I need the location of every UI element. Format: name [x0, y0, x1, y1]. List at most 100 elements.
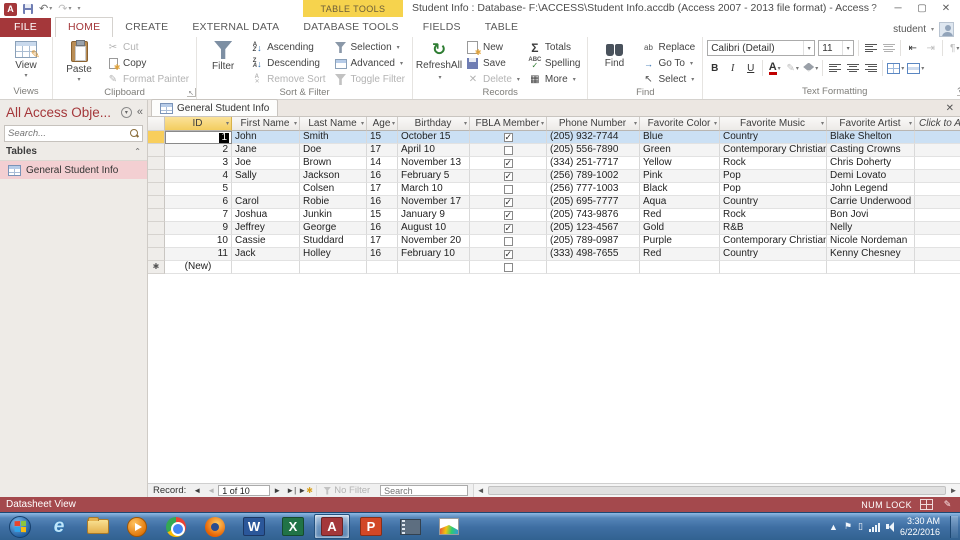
- column-header-favorite-artist[interactable]: Favorite Artist ▾: [827, 117, 915, 131]
- undo-icon[interactable]: ↶ ▾: [39, 3, 52, 15]
- cell-birthday[interactable]: February 10: [398, 248, 470, 261]
- row-selector[interactable]: [148, 157, 165, 170]
- shutter-bar-close-icon[interactable]: «: [137, 106, 143, 118]
- cell-birthday[interactable]: November 13: [398, 157, 470, 170]
- media-player-taskbar-icon[interactable]: [119, 514, 155, 539]
- fbla-checkbox[interactable]: [503, 262, 513, 272]
- word-taskbar-icon[interactable]: W: [236, 514, 272, 539]
- refresh-all-button[interactable]: ↻ RefreshAll ▾: [416, 39, 462, 84]
- cell-age[interactable]: 14: [367, 157, 398, 170]
- column-dropdown-icon[interactable]: ▾: [909, 118, 912, 130]
- column-dropdown-icon[interactable]: ▾: [294, 118, 297, 130]
- collapse-section-icon[interactable]: ⌃: [134, 147, 141, 156]
- cell-music[interactable]: Contemporary Christian: [720, 144, 827, 157]
- cell-age[interactable]: 16: [367, 196, 398, 209]
- align-center-button[interactable]: [845, 61, 860, 76]
- cell-add-column[interactable]: [915, 170, 960, 183]
- alternate-row-color-button[interactable]: ▾: [907, 61, 924, 76]
- new-row-selector[interactable]: ✱: [148, 261, 165, 274]
- cell-birthday[interactable]: April 10: [398, 144, 470, 157]
- save-record-button[interactable]: Save: [463, 56, 523, 71]
- cell-artist[interactable]: Kenny Chesney: [827, 248, 915, 261]
- column-header-id[interactable]: ID ▾: [165, 117, 232, 131]
- selection-button[interactable]: Selection ▾: [331, 40, 408, 55]
- cell-fbla-member[interactable]: [470, 131, 547, 144]
- increase-indent-button[interactable]: ⇥: [923, 41, 938, 56]
- column-header-favorite-color[interactable]: Favorite Color ▾: [640, 117, 720, 131]
- new-cell-artist[interactable]: [827, 261, 915, 274]
- film-taskbar-icon[interactable]: [392, 514, 428, 539]
- cell-first[interactable]: Jack: [232, 248, 300, 261]
- cell-birthday[interactable]: October 15: [398, 131, 470, 144]
- new-cell-first[interactable]: [232, 261, 300, 274]
- cell-phone[interactable]: (205) 789-0987: [547, 235, 640, 248]
- toggle-filter-button[interactable]: Toggle Filter: [331, 72, 408, 87]
- row-selector[interactable]: [148, 248, 165, 261]
- cell-first[interactable]: [232, 183, 300, 196]
- cell-phone[interactable]: (205) 695-7777: [547, 196, 640, 209]
- record-search-input[interactable]: [380, 485, 469, 496]
- new-cell-age[interactable]: [367, 261, 398, 274]
- highlight-button[interactable]: ✎ ▾: [785, 61, 800, 76]
- cell-id[interactable]: 9: [165, 222, 232, 235]
- cell-music[interactable]: Contemporary Christian: [720, 235, 827, 248]
- tab-table[interactable]: TABLE: [473, 18, 530, 37]
- cell-artist[interactable]: Casting Crowns: [827, 144, 915, 157]
- tray-expand-icon[interactable]: ▲: [829, 522, 838, 532]
- align-left-button[interactable]: [827, 61, 842, 76]
- column-dropdown-icon[interactable]: ▾: [226, 118, 229, 130]
- font-name-combo[interactable]: Calibri (Detail) ▾: [707, 40, 816, 56]
- cell-artist[interactable]: Nicole Nordeman: [827, 235, 915, 248]
- cell-artist[interactable]: Blake Shelton: [827, 131, 915, 144]
- cell-music[interactable]: R&B: [720, 222, 827, 235]
- cut-button[interactable]: ✂ Cut: [103, 40, 192, 55]
- cell-last[interactable]: Junkin: [300, 209, 367, 222]
- nav-search-box[interactable]: [4, 125, 143, 142]
- column-dropdown-icon[interactable]: ▾: [634, 118, 637, 130]
- cell-age[interactable]: 16: [367, 170, 398, 183]
- replace-button[interactable]: ab Replace: [638, 40, 698, 55]
- cell-age[interactable]: 17: [367, 235, 398, 248]
- close-icon[interactable]: ✕: [934, 0, 958, 17]
- new-cell-music[interactable]: [720, 261, 827, 274]
- scroll-right-icon[interactable]: ►: [947, 486, 960, 495]
- nav-pane-title-bar[interactable]: All Access Obje... ▾ «: [0, 100, 147, 124]
- fbla-checkbox[interactable]: [503, 249, 513, 260]
- new-cell-id[interactable]: (New): [165, 261, 232, 274]
- row-selector[interactable]: [148, 131, 165, 144]
- cell-color[interactable]: Gold: [640, 222, 720, 235]
- qat-customize-icon[interactable]: ▾: [77, 4, 80, 15]
- cell-fbla-member[interactable]: [470, 183, 547, 196]
- cell-last[interactable]: Studdard: [300, 235, 367, 248]
- row-selector[interactable]: [148, 222, 165, 235]
- cell-add-column[interactable]: [915, 157, 960, 170]
- excel-taskbar-icon[interactable]: X: [275, 514, 311, 539]
- fbla-checkbox[interactable]: [503, 145, 513, 155]
- cell-add-column[interactable]: [915, 183, 960, 196]
- find-button[interactable]: Find: [592, 39, 636, 69]
- powerpoint-taskbar-icon[interactable]: P: [353, 514, 389, 539]
- tab-create[interactable]: CREATE: [113, 18, 180, 37]
- gridlines-button[interactable]: ▾: [887, 61, 904, 76]
- ascending-button[interactable]: A Z ↓ Ascending: [247, 40, 328, 55]
- clipboard-dialog-launcher-icon[interactable]: ↘: [187, 88, 197, 97]
- no-filter-button[interactable]: No Filter: [316, 485, 376, 496]
- new-cell-birthday[interactable]: [398, 261, 470, 274]
- advanced-button[interactable]: Advanced ▾: [331, 56, 408, 71]
- cell-id[interactable]: 5: [165, 183, 232, 196]
- fbla-checkbox[interactable]: [503, 184, 513, 194]
- redo-icon[interactable]: ↷ ▾: [58, 3, 71, 15]
- font-color-button[interactable]: A ▾: [767, 61, 782, 76]
- cell-age[interactable]: 17: [367, 144, 398, 157]
- tab-file[interactable]: FILE: [0, 18, 51, 37]
- cell-color[interactable]: Blue: [640, 131, 720, 144]
- cell-first[interactable]: John: [232, 131, 300, 144]
- tab-database-tools[interactable]: DATABASE TOOLS: [291, 18, 410, 37]
- new-cell-color[interactable]: [640, 261, 720, 274]
- cell-fbla-member[interactable]: [470, 196, 547, 209]
- cell-fbla-member[interactable]: [470, 235, 547, 248]
- tab-external-data[interactable]: EXTERNAL DATA: [180, 18, 291, 37]
- collapse-ribbon-icon[interactable]: ⌃: [956, 86, 960, 97]
- new-cell-add-column[interactable]: [915, 261, 960, 274]
- cell-last[interactable]: Robie: [300, 196, 367, 209]
